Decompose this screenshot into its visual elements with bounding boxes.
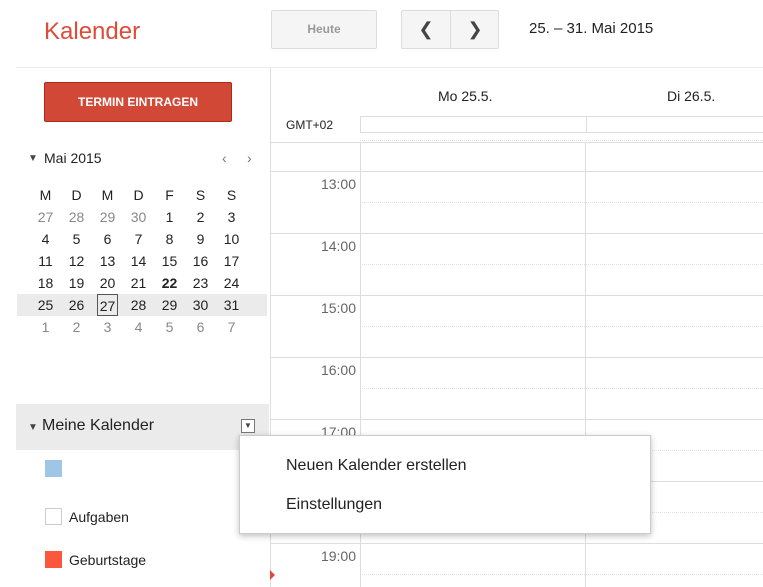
- current-time-marker: [270, 570, 275, 580]
- app-title: Kalender: [44, 18, 141, 45]
- weekday-label: F: [165, 187, 174, 203]
- mini-calendar-day[interactable]: 5: [66, 228, 87, 250]
- mini-calendar-day[interactable]: 2: [190, 206, 211, 228]
- mini-calendar-day[interactable]: 22: [159, 272, 180, 294]
- menu-item-create-calendar[interactable]: Neuen Kalender erstellen: [286, 457, 467, 475]
- hour-label: 14:00: [320, 238, 356, 254]
- mini-calendar-day[interactable]: 8: [159, 228, 180, 250]
- calendar-color-swatch[interactable]: [45, 551, 62, 568]
- mini-calendar-day[interactable]: 29: [97, 206, 118, 228]
- calendar-label: Geburtstage: [69, 552, 147, 568]
- hour-label: 13:00: [320, 176, 356, 192]
- mini-calendar-day[interactable]: 30: [128, 206, 149, 228]
- collapse-arrow-icon[interactable]: ▼: [28, 422, 38, 433]
- mini-calendar-month[interactable]: Mai 2015: [44, 150, 102, 166]
- calendar-color-swatch[interactable]: [45, 508, 62, 525]
- mini-calendar-day[interactable]: 23: [190, 272, 211, 294]
- mini-calendar-day[interactable]: 21: [128, 272, 149, 294]
- mini-calendar-day[interactable]: 4: [35, 228, 56, 250]
- collapse-arrow-icon[interactable]: ▼: [28, 153, 38, 164]
- weekday-label: S: [195, 187, 206, 203]
- mini-calendar-day[interactable]: 20: [97, 272, 118, 294]
- mini-calendar-day[interactable]: 28: [66, 206, 87, 228]
- mini-calendar-day[interactable]: 10: [221, 228, 242, 250]
- mini-calendar-day[interactable]: 26: [66, 294, 87, 316]
- mini-calendar-day[interactable]: 18: [35, 272, 56, 294]
- chevron-left-icon[interactable]: ‹: [222, 150, 227, 166]
- weekday-label: M: [101, 187, 114, 203]
- today-button[interactable]: Heute: [271, 10, 377, 49]
- mini-calendar-grid: M D M D F S S 27 28 29 30 1 2 3 4 5 6 7 8 9 10 11 12 13 14 15 16 17…: [17, 184, 267, 338]
- date-range: 25. – 31. Mai 2015: [529, 20, 654, 37]
- mini-calendar-header: ▼ Mai 2015 ‹ ›: [28, 150, 266, 170]
- mini-calendar-day[interactable]: 27: [35, 206, 56, 228]
- mini-calendar-day[interactable]: 25: [35, 294, 56, 316]
- my-calendars-header[interactable]: ▼ Meine Kalender ▼: [16, 404, 269, 450]
- chevron-left-icon[interactable]: ❮: [402, 11, 451, 48]
- mini-calendar-day[interactable]: 6: [190, 316, 211, 338]
- weekday-row: MDMDFSS: [40, 184, 267, 206]
- hour-label: 19:00: [320, 548, 356, 564]
- mini-calendar-day[interactable]: 3: [97, 316, 118, 338]
- day-header-tue[interactable]: Di 26.5.: [667, 88, 715, 104]
- mini-calendar-day[interactable]: 17: [221, 250, 242, 272]
- mini-calendar-day[interactable]: 15: [159, 250, 180, 272]
- mini-calendar-day[interactable]: 27: [97, 294, 118, 316]
- mini-calendar-week: 27 28 29 30 1 2 3: [38, 206, 267, 228]
- all-day-row[interactable]: [360, 116, 763, 133]
- calendar-options-menu: Neuen Kalender erstellen Einstellungen: [239, 435, 651, 534]
- mini-calendar-day[interactable]: 6: [97, 228, 118, 250]
- hour-label: 16:00: [320, 362, 356, 378]
- mini-calendar-day[interactable]: 1: [159, 206, 180, 228]
- mini-calendar-day[interactable]: 16: [190, 250, 211, 272]
- timezone-label: GMT+02: [286, 118, 334, 132]
- weekday-label: D: [71, 187, 82, 203]
- menu-item-settings[interactable]: Einstellungen: [286, 496, 382, 514]
- mini-calendar-day[interactable]: 14: [128, 250, 149, 272]
- mini-calendar-day[interactable]: 3: [221, 206, 242, 228]
- mini-calendar-day[interactable]: 7: [221, 316, 242, 338]
- chevron-right-icon[interactable]: ❯: [451, 11, 499, 48]
- mini-calendar-day[interactable]: 13: [97, 250, 118, 272]
- mini-calendar-week: 1234567: [42, 316, 267, 338]
- mini-calendar-day[interactable]: 30: [190, 294, 211, 316]
- day-header-mon[interactable]: Mo 25.5.: [438, 88, 492, 104]
- mini-calendar-day[interactable]: 2: [66, 316, 87, 338]
- mini-calendar-day[interactable]: 24: [221, 272, 242, 294]
- chevron-right-icon[interactable]: ›: [247, 150, 252, 166]
- weekday-label: D: [133, 187, 144, 203]
- mini-calendar-day[interactable]: 7: [128, 228, 149, 250]
- create-event-button[interactable]: TERMIN EINTRAGEN: [44, 82, 232, 122]
- mini-calendar-week: 11 12 13 14 15 16 17: [38, 250, 267, 272]
- mini-calendar-week: 25 26 27 28 29 30 31: [17, 294, 267, 316]
- mini-calendar-day[interactable]: 11: [35, 250, 56, 272]
- my-calendars-title: Meine Kalender: [42, 417, 155, 434]
- mini-calendar-day[interactable]: 1: [35, 316, 56, 338]
- mini-calendar-week: 4 5 6 7 8 9 10: [42, 228, 267, 250]
- mini-calendar-day[interactable]: 9: [190, 228, 211, 250]
- dropdown-arrow-icon[interactable]: ▼: [241, 419, 255, 433]
- mini-calendar-day[interactable]: 29: [159, 294, 180, 316]
- date-navigation: ❮ ❯: [401, 10, 499, 49]
- mini-calendar-day[interactable]: 5: [159, 316, 180, 338]
- mini-calendar-day[interactable]: 31: [221, 294, 242, 316]
- hour-label: 15:00: [320, 300, 356, 316]
- weekday-label: M: [39, 187, 52, 203]
- mini-calendar-day[interactable]: 12: [66, 250, 87, 272]
- mini-calendar-week: 18 19 20 21 22 23 24: [38, 272, 267, 294]
- mini-calendar-day[interactable]: 19: [66, 272, 87, 294]
- calendar-label: Aufgaben: [69, 509, 129, 525]
- calendar-color-swatch[interactable]: [45, 460, 62, 477]
- weekday-label: S: [226, 187, 237, 203]
- mini-calendar-day[interactable]: 28: [128, 294, 149, 316]
- mini-calendar-day[interactable]: 4: [128, 316, 149, 338]
